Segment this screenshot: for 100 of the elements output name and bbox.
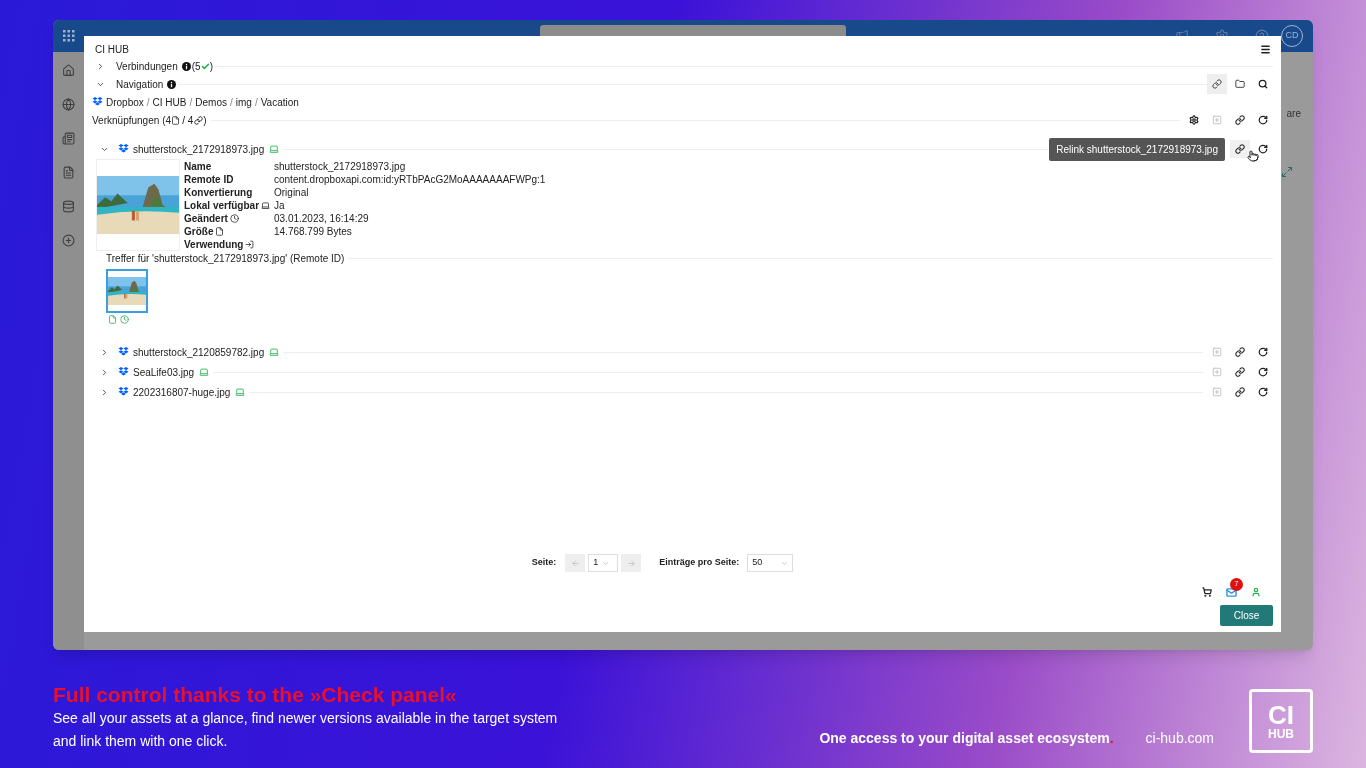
dropbox-icon: [118, 367, 129, 377]
panel-title: CI HUB: [95, 42, 129, 57]
page-select[interactable]: 1: [588, 554, 619, 572]
file-icon: [215, 227, 225, 236]
refresh-icon[interactable]: [1258, 144, 1268, 154]
logo: CI HUB: [1249, 689, 1313, 753]
enter-icon: [245, 240, 255, 249]
list-icon[interactable]: [62, 200, 75, 213]
detail-label: Konvertierung: [184, 186, 253, 199]
cart-icon[interactable]: [1202, 587, 1212, 597]
detail-value: shutterstock_2172918973.jpg: [274, 160, 407, 173]
asset-name[interactable]: 2202316807-huge.jpg: [133, 384, 231, 400]
detail-value: content.dropboxapi.com:id:yRTbPAcG2MoAAAAAAAFWPg:1: [274, 173, 546, 186]
breadcrumb-separator: /: [254, 95, 258, 110]
detail-label: Verwendung: [184, 238, 244, 251]
file-icon: [108, 315, 117, 324]
file-icon[interactable]: [62, 166, 75, 179]
match-thumbnail[interactable]: [106, 269, 148, 313]
link-icon: [1212, 79, 1222, 89]
asset-name[interactable]: SeaLife03.jpg: [133, 364, 195, 380]
settings-icon[interactable]: [1189, 115, 1199, 125]
detail-label: Name: [184, 160, 212, 173]
chevron-down-icon: [602, 559, 610, 567]
chevron-down-icon: [781, 559, 789, 567]
menu-icon[interactable]: [1260, 43, 1271, 55]
detail-value: Original: [274, 186, 310, 199]
count-end: ): [203, 113, 207, 128]
section-label[interactable]: Navigation: [116, 76, 164, 92]
clock-icon: [229, 214, 239, 223]
breadcrumb-link[interactable]: Dropbox: [106, 94, 144, 110]
breadcrumb-separator: /: [146, 95, 150, 110]
info-icon: [167, 79, 177, 89]
breadcrumb-separator: /: [229, 95, 233, 110]
partial-text: are: [1286, 107, 1301, 121]
detail-value: 14.768.799 Bytes: [274, 225, 353, 238]
caption-title: Full control thanks to the »Check panel«: [53, 683, 458, 707]
refresh-icon[interactable]: [1258, 367, 1268, 377]
breadcrumb-link[interactable]: Vacation: [260, 94, 299, 110]
detail-label: Größe: [184, 225, 214, 238]
app-launcher-icon[interactable]: [63, 30, 75, 42]
link-icon: [1235, 367, 1245, 377]
links-label: Verknüpfungen: [92, 113, 160, 128]
link-button[interactable]: [1207, 74, 1227, 94]
search-icon: [1258, 79, 1268, 89]
count-end: ): [209, 59, 213, 74]
dropbox-icon: [118, 144, 129, 154]
dropbox-icon: [92, 97, 103, 107]
asset-name[interactable]: shutterstock_2120859782.jpg: [133, 344, 265, 360]
home-icon[interactable]: [62, 64, 75, 77]
news-icon[interactable]: [62, 132, 75, 145]
link-icon: [1235, 115, 1245, 125]
detail-value: 03.01.2023, 16:14:29: [274, 212, 370, 225]
matches-label: Treffer für 'shutterstock_2172918973.jpg' (Remote ID): [106, 251, 345, 266]
laptop-icon: [261, 201, 271, 210]
file-icon: [171, 115, 181, 125]
link-icon: [1235, 144, 1245, 154]
breadcrumb-link[interactable]: Demos: [195, 94, 227, 110]
detail-label: Lokal verfügbar: [184, 199, 260, 212]
per-page-select[interactable]: 50: [747, 554, 794, 572]
folder-icon: [1235, 79, 1245, 89]
globe-icon[interactable]: [62, 98, 75, 111]
link-icon: [1235, 347, 1245, 357]
clock-icon: [120, 315, 129, 324]
tagline: One access to your digital asset ecosystem.: [819, 729, 1114, 748]
refresh-icon[interactable]: [1258, 387, 1268, 397]
chevron-right-icon: [96, 61, 105, 71]
dropbox-icon: [118, 347, 129, 357]
laptop-icon: [269, 347, 280, 357]
connection-count: (5: [191, 59, 201, 74]
laptop-icon: [269, 144, 280, 154]
info-icon: [181, 61, 191, 71]
hand-pointer-icon: [1247, 150, 1259, 162]
breadcrumb-separator: /: [189, 95, 193, 110]
dropbox-icon: [118, 387, 129, 397]
laptop-icon: [235, 387, 246, 397]
detail-value: Ja: [274, 199, 286, 212]
breadcrumb-link[interactable]: img: [235, 94, 252, 110]
relink-button[interactable]: [1230, 140, 1250, 158]
user-icon[interactable]: [1251, 587, 1261, 597]
per-page-label: Einträge pro Seite:: [659, 556, 740, 570]
refresh-icon[interactable]: [1258, 347, 1268, 357]
asset-name[interactable]: shutterstock_2172918973.jpg: [133, 141, 265, 157]
expand-icon[interactable]: [1281, 166, 1293, 178]
check-icon: [200, 61, 210, 71]
refresh-icon[interactable]: [1258, 115, 1268, 125]
breadcrumb-link[interactable]: CI HUB: [152, 94, 187, 110]
page-label: Seite:: [531, 556, 557, 570]
detail-label: Geändert: [184, 212, 228, 225]
caption-text: and link them with one click.: [53, 732, 229, 751]
link-icon: [194, 115, 204, 125]
link-count: / 4: [182, 113, 194, 128]
laptop-icon: [199, 367, 210, 377]
arrow-left-icon: [570, 558, 580, 568]
section-label[interactable]: Verbindungen: [116, 58, 178, 74]
detail-label: Remote ID: [184, 173, 234, 186]
link-icon: [1235, 387, 1245, 397]
close-button[interactable]: Close: [1220, 605, 1273, 626]
mail-icon[interactable]: [1226, 586, 1237, 598]
caption-text: See all your assets at a glance, find newer versions available in the target system: [53, 709, 558, 728]
arrow-right-icon: [626, 558, 636, 568]
